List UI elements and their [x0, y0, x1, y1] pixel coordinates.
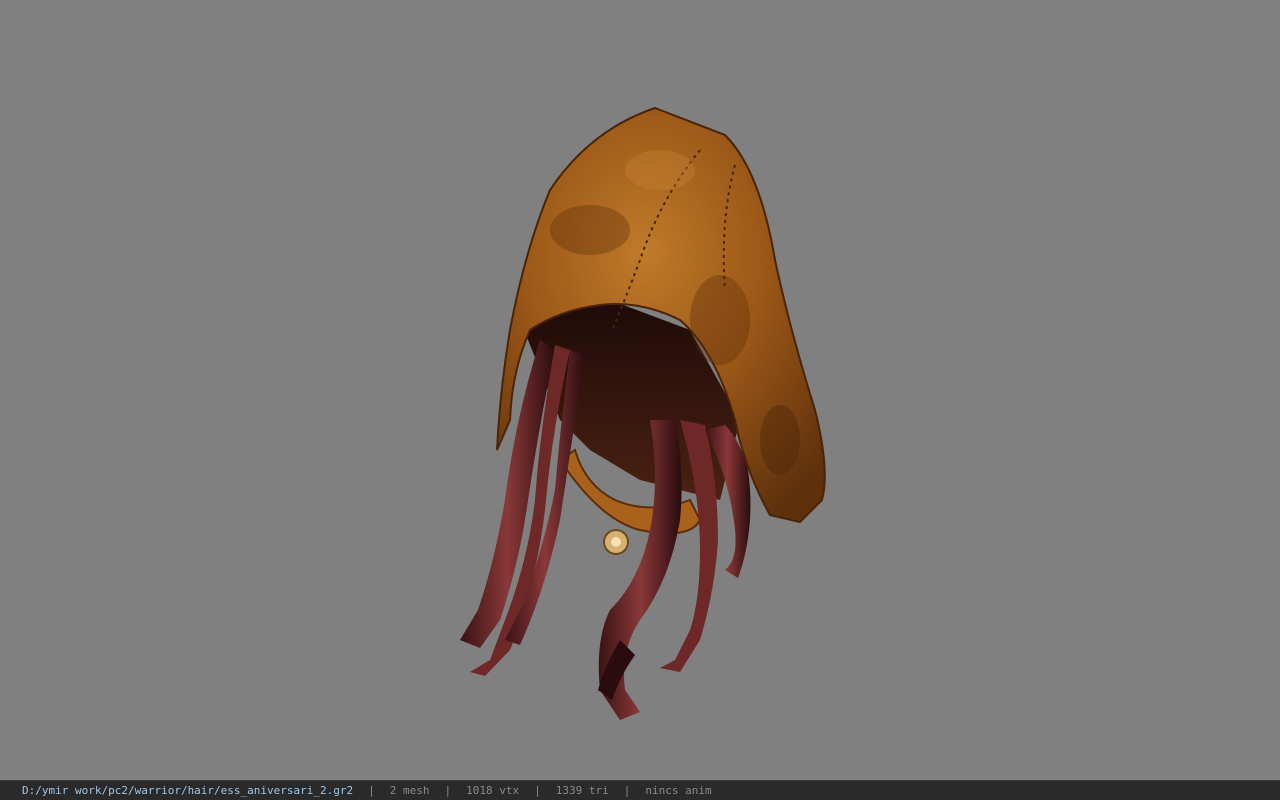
separator: | — [368, 784, 375, 797]
vertex-count: 1018 vtx — [466, 784, 520, 797]
hooded-hair-model — [460, 106, 826, 720]
status-bar: D:/ymir work/pc2/warrior/hair/ess_aniver… — [0, 780, 1280, 800]
hair-strands-left — [460, 340, 585, 676]
separator: | — [623, 784, 631, 797]
3d-viewport[interactable] — [0, 0, 1280, 780]
animation-status: nincs anim — [645, 784, 712, 797]
separator: | — [444, 784, 452, 797]
separator: | — [534, 784, 541, 797]
file-path: D:/ymir work/pc2/warrior/hair/ess_aniver… — [22, 784, 354, 797]
triangle-count: 1339 tri — [555, 784, 609, 797]
mesh-count: 2 mesh — [389, 784, 430, 797]
